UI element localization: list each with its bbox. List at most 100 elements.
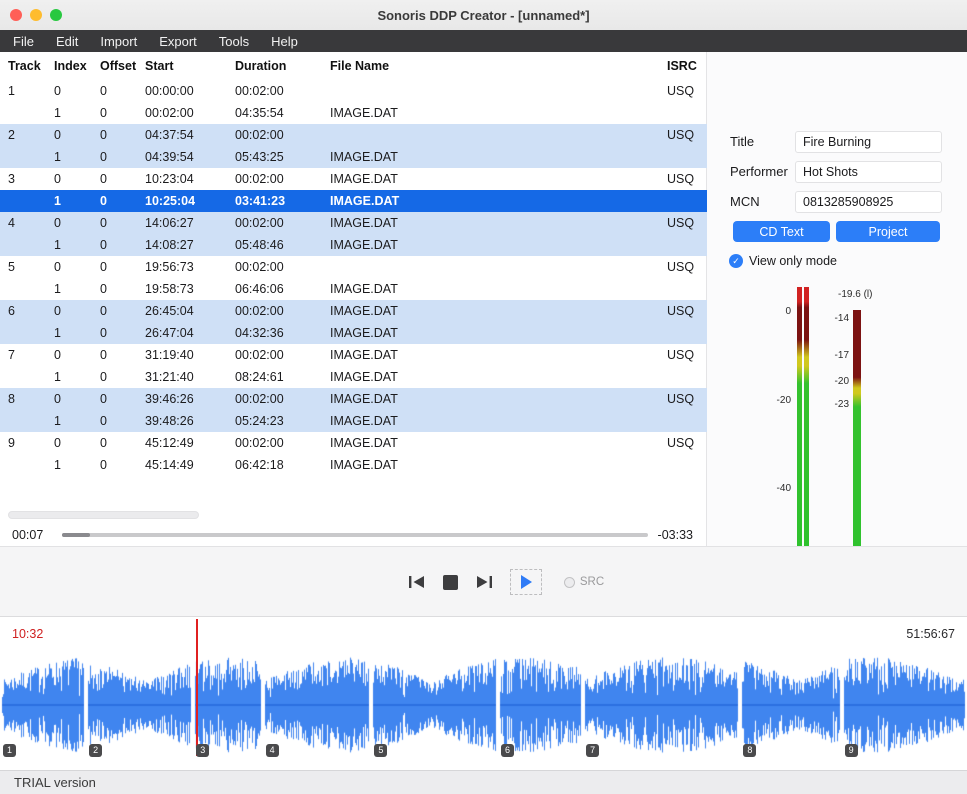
table-row[interactable]: 1004:39:5405:43:25IMAGE.DAT — [0, 146, 707, 168]
view-only-mode-toggle[interactable]: ✓ View only mode — [729, 254, 837, 268]
title-field-row: Title — [707, 131, 967, 153]
stop-icon — [443, 575, 458, 590]
menu-help[interactable]: Help — [260, 32, 309, 51]
track-badge: 8 — [743, 744, 756, 757]
table-row[interactable]: 1039:48:2605:24:23IMAGE.DAT — [0, 410, 707, 432]
col-header-isrc[interactable]: ISRC — [659, 52, 707, 80]
track-badge: 4 — [266, 744, 279, 757]
main-content: Track Index Offset Start Duration File N… — [0, 52, 967, 546]
performer-label: Performer — [730, 164, 788, 179]
maximize-button[interactable] — [50, 9, 62, 21]
play-button[interactable] — [510, 569, 542, 595]
performer-field-row: Performer — [707, 161, 967, 183]
titlebar: Sonoris DDP Creator - [unnamed*] — [0, 0, 967, 30]
lr-scale-label: -40 — [751, 483, 791, 494]
col-header-index[interactable]: Index — [46, 52, 92, 80]
playhead-position-label: 10:32 — [12, 627, 43, 641]
previous-track-button[interactable] — [407, 575, 427, 589]
view-only-label: View only mode — [749, 254, 837, 268]
menu-tools[interactable]: Tools — [208, 32, 260, 51]
level-meter-left — [797, 287, 802, 579]
play-icon — [519, 574, 533, 590]
elapsed-time: 00:07 — [12, 528, 52, 542]
menu-edit[interactable]: Edit — [45, 32, 89, 51]
table-row[interactable]: 40014:06:2700:02:00IMAGE.DATUSQ — [0, 212, 707, 234]
playback-row: 00:07 -03:33 — [0, 524, 707, 546]
m-scale-label: -20 — [809, 376, 849, 387]
table-row[interactable]: 1026:47:0404:32:36IMAGE.DAT — [0, 322, 707, 344]
col-header-track[interactable]: Track — [0, 52, 46, 80]
title-label: Title — [730, 134, 754, 149]
table-row[interactable]: 50019:56:7300:02:00USQ — [0, 256, 707, 278]
view-only-checked-icon: ✓ — [729, 254, 743, 268]
level-meter-mono — [853, 310, 861, 579]
cd-text-button[interactable]: CD Text — [733, 221, 830, 242]
status-text: TRIAL version — [14, 775, 96, 790]
seek-slider[interactable] — [62, 533, 648, 537]
close-button[interactable] — [10, 9, 22, 21]
menu-export[interactable]: Export — [148, 32, 208, 51]
meter-readout: -19.6 (l) — [838, 289, 872, 300]
app-window: Sonoris DDP Creator - [unnamed*] FileEdi… — [0, 0, 967, 794]
col-header-duration[interactable]: Duration — [227, 52, 322, 80]
mcn-input[interactable] — [795, 191, 942, 213]
col-header-start[interactable]: Start — [137, 52, 227, 80]
table-header-row: Track Index Offset Start Duration File N… — [0, 52, 707, 80]
src-radio-icon — [564, 577, 575, 588]
bottom-gap — [0, 757, 967, 770]
src-toggle[interactable]: SRC — [564, 576, 604, 588]
table-row[interactable]: 10000:00:0000:02:00USQ — [0, 80, 707, 102]
track-badge: 6 — [501, 744, 514, 757]
mcn-field-row: MCN — [707, 191, 967, 213]
table-row[interactable]: 90045:12:4900:02:00IMAGE.DATUSQ — [0, 432, 707, 454]
lr-scale-label: 0 — [751, 306, 791, 317]
title-input[interactable] — [795, 131, 942, 153]
track-badge: 2 — [89, 744, 102, 757]
playhead-line[interactable] — [196, 619, 198, 756]
minimize-button[interactable] — [30, 9, 42, 21]
waveform-overview-section: 10:32 51:56:67 1 2 3 4 5 6 7 8 9 — [0, 616, 967, 757]
track-badge: 1 — [3, 744, 16, 757]
next-track-button[interactable] — [474, 575, 494, 589]
m-scale-label: -17 — [809, 350, 849, 361]
track-list-pane: Track Index Offset Start Duration File N… — [0, 52, 707, 546]
level-meter-right — [804, 287, 809, 579]
track-badge: 9 — [845, 744, 858, 757]
total-duration-label: 51:56:67 — [906, 627, 955, 641]
seek-slider-fill — [62, 533, 90, 537]
table-row[interactable]: 1031:21:4008:24:61IMAGE.DAT — [0, 366, 707, 388]
table-row[interactable]: 60026:45:0400:02:00IMAGE.DATUSQ — [0, 300, 707, 322]
transport-bar: SRC — [0, 546, 967, 616]
window-title: Sonoris DDP Creator - [unnamed*] — [0, 8, 967, 23]
traffic-lights — [10, 0, 62, 30]
project-button[interactable]: Project — [836, 221, 940, 242]
table-row[interactable]: 30010:23:0400:02:00IMAGE.DATUSQ — [0, 168, 707, 190]
lr-scale-label: -20 — [751, 395, 791, 406]
track-badge: 5 — [374, 744, 387, 757]
track-badge: 7 — [586, 744, 599, 757]
menu-file[interactable]: File — [2, 32, 45, 51]
col-header-filename[interactable]: File Name — [322, 52, 659, 80]
menu-import[interactable]: Import — [89, 32, 148, 51]
horizontal-scrollbar-thumb[interactable] — [8, 511, 199, 519]
col-header-offset[interactable]: Offset — [92, 52, 137, 80]
table-row[interactable]: 1000:02:0004:35:54IMAGE.DAT — [0, 102, 707, 124]
stop-button[interactable] — [443, 575, 458, 590]
table-row[interactable]: 1014:08:2705:48:46IMAGE.DAT — [0, 234, 707, 256]
remaining-time: -03:33 — [658, 528, 693, 542]
mcn-label: MCN — [730, 194, 760, 209]
status-bar: TRIAL version — [0, 770, 967, 794]
table-row[interactable]: 1019:58:7306:46:06IMAGE.DAT — [0, 278, 707, 300]
table-row[interactable]: 80039:46:2600:02:00IMAGE.DATUSQ — [0, 388, 707, 410]
m-scale-label: -23 — [809, 399, 849, 410]
table-row[interactable]: 20004:37:5400:02:00USQ — [0, 124, 707, 146]
cd-info-pane: Title Performer MCN CD Text Project ✓ Vi… — [707, 52, 967, 546]
performer-input[interactable] — [795, 161, 942, 183]
m-scale-label: -14 — [809, 313, 849, 324]
table-row[interactable]: 1045:14:4906:42:18IMAGE.DAT — [0, 454, 707, 476]
track-badge: 3 — [196, 744, 209, 757]
table-row[interactable]: 70031:19:4000:02:00IMAGE.DATUSQ — [0, 344, 707, 366]
src-label: SRC — [580, 576, 604, 588]
table-row[interactable]: 1010:25:0403:41:23IMAGE.DAT — [0, 190, 707, 212]
waveform-overview[interactable] — [0, 655, 967, 755]
